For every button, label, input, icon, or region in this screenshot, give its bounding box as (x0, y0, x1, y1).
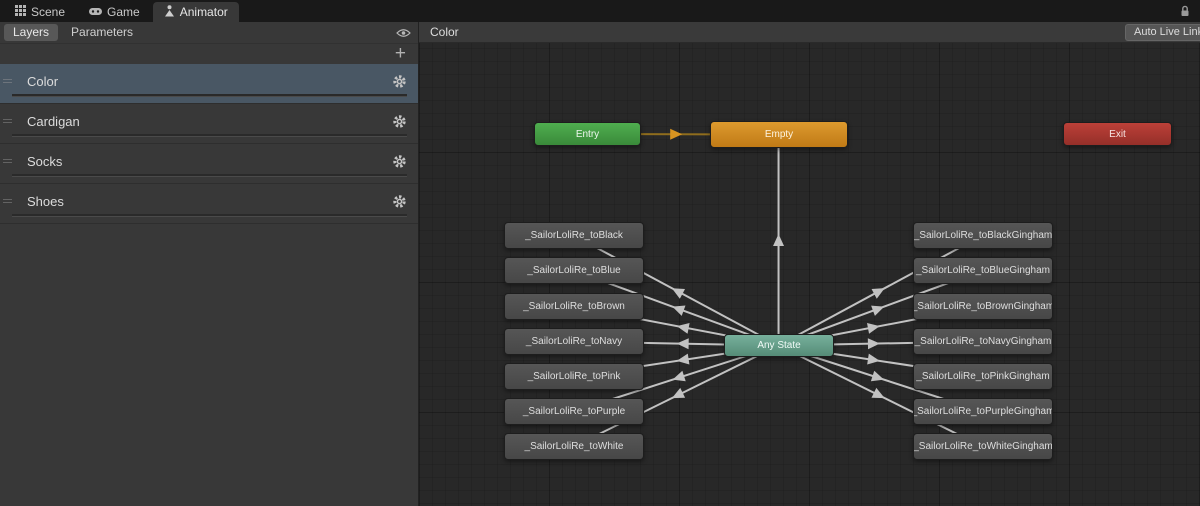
layer-row[interactable]: Socks (0, 144, 418, 184)
state-node[interactable]: _SailorLoliRe_toBlueGingham (913, 257, 1053, 284)
gear-icon[interactable] (392, 114, 407, 134)
state-node-label: _SailorLoliRe_toNavyGingham (914, 336, 1052, 347)
state-node[interactable]: _SailorLoliRe_toPurpleGingham (913, 398, 1053, 425)
layer-weight-slider[interactable] (12, 174, 407, 177)
state-node[interactable]: _SailorLoliRe_toWhiteGingham (913, 433, 1053, 460)
state-node-label: Entry (575, 128, 600, 140)
grid-icon (15, 5, 26, 19)
window-tab-bar: Scene Game Animator (0, 0, 1200, 22)
side-panel-header: Layers Parameters (0, 22, 418, 44)
state-node[interactable]: _SailorLoliRe_toBrownGingham (913, 293, 1053, 320)
state-node-label: _SailorLoliRe_toBlackGingham (913, 230, 1053, 241)
state-node[interactable]: _SailorLoliRe_toBlack (504, 222, 644, 249)
state-node-label: _SailorLoliRe_toPurple (522, 406, 626, 417)
layer-row[interactable]: Shoes (0, 184, 418, 224)
state-node-label: _SailorLoliRe_toNavy (525, 336, 623, 347)
state-node[interactable]: _SailorLoliRe_toWhite (504, 433, 644, 460)
gear-icon[interactable] (392, 154, 407, 174)
state-node[interactable]: _SailorLoliRe_toPurple (504, 398, 644, 425)
layer-toolbar: + (0, 44, 418, 64)
state-node-label: _SailorLoliRe_toPurpleGingham (913, 406, 1053, 417)
state-node[interactable]: Exit (1063, 122, 1172, 146)
tab-game[interactable]: Game (78, 2, 151, 22)
gamepad-icon (89, 5, 103, 19)
state-node[interactable]: _SailorLoliRe_toBlue (504, 257, 644, 284)
tab-scene-label: Scene (31, 5, 66, 19)
state-node[interactable]: _SailorLoliRe_toPinkGingham (913, 363, 1053, 390)
state-node-label: _SailorLoliRe_toBrown (523, 301, 625, 312)
animator-window-body: Layers Parameters + Color Cardigan Socks… (0, 22, 1200, 506)
state-node-label: _SailorLoliRe_toWhiteGingham (913, 441, 1053, 452)
state-node[interactable]: _SailorLoliRe_toNavy (504, 328, 644, 355)
state-node[interactable]: _SailorLoliRe_toNavyGingham (913, 328, 1053, 355)
state-node-label: _SailorLoliRe_toBrownGingham (913, 301, 1053, 312)
lock-icon[interactable] (1178, 0, 1192, 22)
state-node-label: Exit (1109, 128, 1126, 140)
state-node-label: _SailorLoliRe_toBlue (527, 265, 621, 276)
gear-icon[interactable] (392, 74, 407, 94)
state-node-label: _SailorLoliRe_toPinkGingham (916, 371, 1050, 382)
layer-row[interactable]: Color (0, 64, 418, 104)
layer-name: Shoes (27, 194, 64, 209)
auto-live-link-button[interactable]: Auto Live Link (1125, 24, 1200, 41)
layer-weight-slider[interactable] (12, 214, 407, 217)
state-node-label: Any State (757, 340, 801, 351)
layer-name: Cardigan (27, 114, 80, 129)
state-node-label: _SailorLoliRe_toWhite (524, 441, 624, 452)
state-node-label: _SailorLoliRe_toBlueGingham (916, 265, 1050, 276)
layer-name: Color (27, 74, 59, 89)
animator-graph-canvas[interactable]: Entry Empty Exit Any State _SailorLoliRe… (419, 22, 1200, 506)
drag-handle-icon[interactable] (3, 77, 12, 85)
state-node-label: Empty (764, 129, 794, 140)
tab-game-label: Game (107, 5, 140, 19)
animator-side-panel: Layers Parameters + Color Cardigan Socks… (0, 22, 419, 506)
unity-window: Scene Game Animator Layers Parameters + … (0, 0, 1200, 506)
state-node-label: _SailorLoliRe_toBlack (525, 230, 623, 241)
state-node[interactable]: Entry (534, 122, 641, 146)
breadcrumb[interactable]: Color (430, 25, 459, 39)
breadcrumb-bar: Color Auto Live Link (419, 22, 1200, 43)
state-node[interactable]: _SailorLoliRe_toPink (504, 363, 644, 390)
state-node[interactable]: _SailorLoliRe_toBlackGingham (913, 222, 1053, 249)
tab-animator[interactable]: Animator (152, 2, 239, 22)
layer-row[interactable]: Cardigan (0, 104, 418, 144)
tab-parameters[interactable]: Parameters (62, 24, 142, 41)
layer-weight-slider[interactable] (12, 134, 407, 137)
animator-icon (164, 4, 175, 20)
tab-animator-label: Animator (179, 5, 228, 19)
drag-handle-icon[interactable] (3, 117, 12, 125)
drag-handle-icon[interactable] (3, 197, 12, 205)
layers-list: Color Cardigan Socks Shoes (0, 64, 418, 224)
tab-scene[interactable]: Scene (4, 2, 76, 22)
gear-icon[interactable] (392, 194, 407, 214)
layer-name: Socks (27, 154, 63, 169)
add-layer-button[interactable]: + (395, 44, 406, 63)
state-node-label: _SailorLoliRe_toPink (527, 371, 621, 382)
state-node[interactable]: _SailorLoliRe_toBrown (504, 293, 644, 320)
eye-icon[interactable] (396, 28, 411, 38)
drag-handle-icon[interactable] (3, 157, 12, 165)
state-nodes-layer: Entry Empty Exit Any State _SailorLoliRe… (419, 22, 1200, 506)
tab-layers[interactable]: Layers (4, 24, 59, 41)
state-node[interactable]: Any State (724, 334, 834, 357)
state-node[interactable]: Empty (710, 121, 848, 148)
layer-weight-slider[interactable] (12, 94, 407, 97)
